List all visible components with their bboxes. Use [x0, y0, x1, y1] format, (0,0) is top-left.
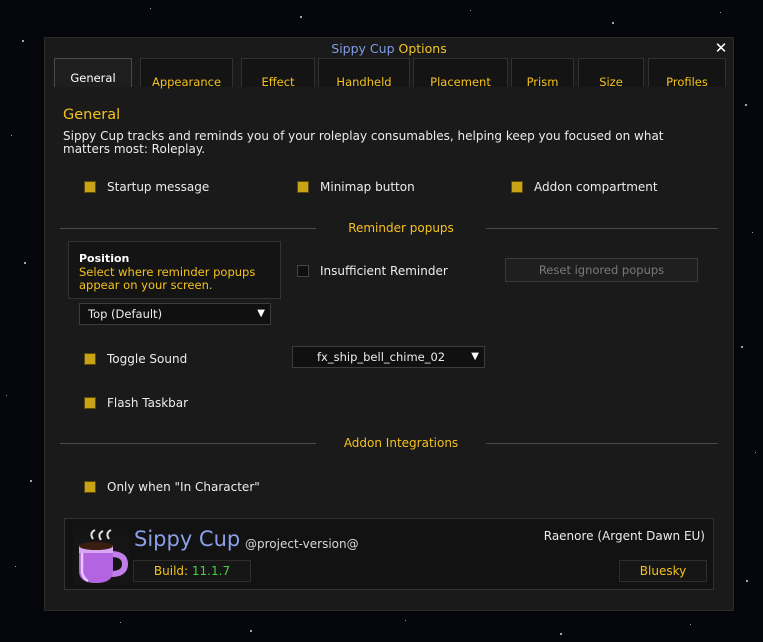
- insufficient-reminder-label: Insufficient Reminder: [320, 264, 448, 278]
- build-value: 11.1.7: [191, 564, 231, 578]
- tab-general[interactable]: General: [54, 58, 132, 87]
- checkbox-unchecked-icon: [297, 265, 309, 277]
- position-title: Position: [79, 252, 130, 265]
- insufficient-reminder-checkbox[interactable]: Insufficient Reminder: [297, 264, 448, 278]
- sound-dropdown-value: fx_ship_bell_chime_02: [317, 350, 446, 364]
- tab-profiles[interactable]: Profiles: [648, 58, 726, 89]
- position-description: Select where reminder popups appear on y…: [79, 265, 256, 292]
- position-group: Position Select where reminder popups ap…: [68, 241, 281, 299]
- minimap-button-checkbox[interactable]: Minimap button: [297, 180, 415, 194]
- in-character-checkbox[interactable]: Only when "In Character": [84, 480, 260, 494]
- sound-dropdown[interactable]: fx_ship_bell_chime_02 ▼: [292, 346, 485, 368]
- addon-compartment-checkbox[interactable]: Addon compartment: [511, 180, 658, 194]
- close-button[interactable]: ✕: [713, 40, 729, 56]
- tab-size[interactable]: Size: [578, 58, 644, 89]
- reminder-popups-header: Reminder popups: [348, 221, 454, 235]
- divider-left: [60, 443, 316, 444]
- addon-version: @project-version@: [245, 537, 359, 551]
- window-title: Sippy Cup Options: [45, 41, 733, 56]
- tab-handheld[interactable]: Handheld: [318, 58, 410, 89]
- toggle-sound-checkbox[interactable]: Toggle Sound: [84, 352, 187, 366]
- window-title-options: Options: [398, 41, 447, 56]
- build-badge: Build: 11.1.7: [133, 560, 251, 582]
- reset-ignored-popups-button[interactable]: Reset ignored popups: [505, 258, 698, 282]
- options-window: Sippy Cup Options ✕ General Appearance E…: [44, 37, 734, 611]
- close-icon: ✕: [714, 39, 728, 57]
- tab-appearance[interactable]: Appearance: [140, 58, 233, 89]
- footer-info: Sippy Cup @project-version@ Build: 11.1.…: [64, 518, 714, 590]
- position-dropdown[interactable]: Top (Default) ▼: [79, 303, 271, 325]
- author-text: Raenore (Argent Dawn EU): [543, 529, 705, 543]
- addon-integrations-header: Addon Integrations: [343, 436, 459, 450]
- checkbox-checked-icon: [84, 481, 96, 493]
- chevron-down-icon: ▼: [257, 308, 265, 319]
- flash-taskbar-checkbox[interactable]: Flash Taskbar: [84, 396, 188, 410]
- mug-icon: [73, 529, 129, 585]
- tab-effect[interactable]: Effect: [241, 58, 315, 89]
- tab-prism[interactable]: Prism: [511, 58, 574, 89]
- flash-taskbar-label: Flash Taskbar: [107, 396, 189, 410]
- checkbox-checked-icon: [297, 181, 309, 193]
- build-label: Build:: [153, 564, 189, 578]
- startup-message-checkbox[interactable]: Startup message: [84, 180, 209, 194]
- minimap-button-label: Minimap button: [320, 180, 415, 194]
- in-character-label: Only when "In Character": [107, 480, 260, 494]
- startup-message-label: Startup message: [107, 180, 210, 194]
- toggle-sound-label: Toggle Sound: [107, 352, 188, 366]
- section-title-general: General: [63, 107, 121, 123]
- chevron-down-icon: ▼: [471, 351, 479, 362]
- divider-left: [60, 228, 316, 229]
- bluesky-button[interactable]: Bluesky: [619, 560, 707, 582]
- checkbox-checked-icon: [84, 353, 96, 365]
- divider-right: [486, 443, 718, 444]
- tab-placement[interactable]: Placement: [413, 58, 508, 89]
- checkbox-checked-icon: [511, 181, 523, 193]
- addon-compartment-label: Addon compartment: [534, 180, 658, 194]
- checkbox-checked-icon: [84, 397, 96, 409]
- addon-name: Sippy Cup: [134, 527, 241, 551]
- general-description: Sippy Cup tracks and reminds you of your…: [63, 129, 664, 156]
- position-dropdown-value: Top (Default): [88, 307, 163, 321]
- window-title-addon: Sippy Cup: [331, 41, 395, 56]
- divider-right: [486, 228, 718, 229]
- checkbox-checked-icon: [84, 181, 96, 193]
